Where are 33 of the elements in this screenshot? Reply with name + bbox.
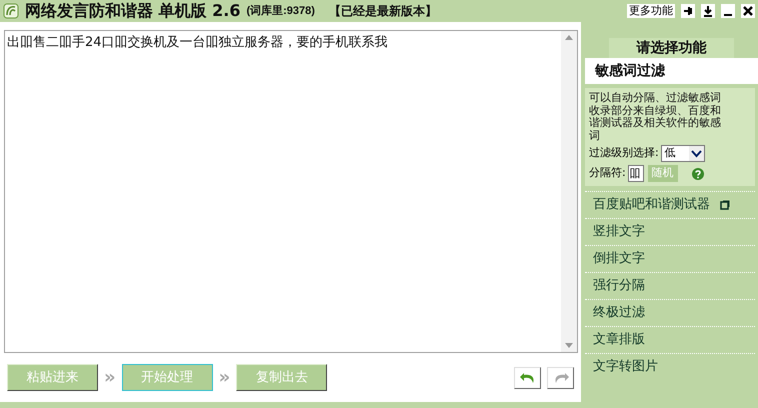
text-editor[interactable]: 出吅售二吅手24口吅交换机及一台吅独立服务器，要的手机联系我 [4, 30, 578, 353]
sidebar-heading: 请选择功能 [609, 38, 734, 58]
scrollbar[interactable] [561, 31, 577, 352]
redo-button[interactable] [547, 366, 574, 388]
sidebar-item[interactable]: 竖排文字 [593, 222, 645, 242]
update-status: 【已经是最新版本】 [328, 3, 437, 20]
active-function-tab[interactable]: 敏感词过滤 [585, 58, 758, 84]
sidebar-item[interactable]: 强行分隔 [593, 276, 645, 296]
scroll-up-icon[interactable] [565, 35, 573, 40]
scroll-down-icon[interactable] [565, 343, 573, 348]
word-count: (词库里:9378) [246, 4, 315, 19]
sidebar-item[interactable]: 倒排文字 [593, 249, 645, 269]
logo-icon [3, 3, 19, 19]
close-icon[interactable] [741, 4, 755, 18]
download-icon[interactable] [701, 4, 715, 18]
separator-field[interactable]: 吅 [628, 165, 644, 182]
minimize-icon[interactable] [721, 4, 735, 18]
more-button[interactable]: 更多功能 [627, 4, 675, 18]
help-icon[interactable] [692, 168, 704, 180]
description-text: 可以自动分隔、过滤敏感词收录部分来自绿坝、百度和谐测试器及相关软件的敏感词 [589, 92, 722, 142]
level-dropdown[interactable]: 低 [660, 145, 705, 162]
separator-label: 分隔符: [589, 165, 626, 182]
chevron-separator: » [218, 366, 232, 390]
undo-button[interactable] [514, 366, 541, 388]
sidebar-item[interactable]: 终极过滤 [593, 303, 645, 323]
undo-icon [518, 370, 536, 384]
app-title: 网络发言防和谐器 单机版 2.6 [25, 0, 240, 22]
pin-icon[interactable] [681, 4, 695, 18]
chevron-separator: » [103, 366, 117, 390]
sidebar-item[interactable]: 文章排版 [593, 330, 645, 350]
sidebar-item[interactable]: 文字转图片 [593, 357, 658, 377]
sidebar-item[interactable]: 百度贴吧和谐测试器 [593, 195, 710, 215]
level-label: 过滤级别选择: [589, 145, 659, 162]
